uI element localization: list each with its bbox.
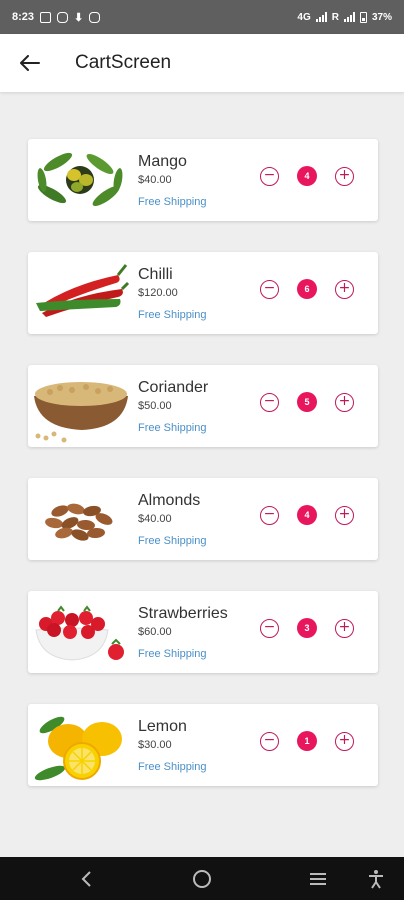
product-name: Coriander bbox=[138, 379, 209, 396]
shipping-label: Free Shipping bbox=[138, 422, 207, 434]
cart-list: Mango $40.00 Free Shipping − 4 + Chilli … bbox=[28, 139, 378, 817]
product-price: $60.00 bbox=[138, 626, 172, 638]
quantity-stepper: − 5 + bbox=[260, 392, 354, 412]
increment-button[interactable]: + bbox=[335, 166, 354, 186]
mango-leaves-icon bbox=[30, 142, 130, 218]
system-nav-bar bbox=[0, 857, 404, 900]
increment-button[interactable]: + bbox=[335, 505, 354, 525]
back-icon bbox=[81, 870, 91, 887]
page-title: CartScreen bbox=[75, 52, 172, 73]
quantity-stepper: − 1 + bbox=[260, 731, 354, 751]
nav-accessibility-button[interactable] bbox=[356, 857, 396, 900]
battery-level: 37% bbox=[371, 11, 392, 23]
decrement-button[interactable]: − bbox=[260, 505, 279, 525]
nav-back-button[interactable] bbox=[66, 857, 106, 900]
messages-icon bbox=[40, 11, 52, 23]
quantity-stepper: − 4 + bbox=[260, 166, 354, 186]
battery-icon bbox=[359, 11, 367, 23]
product-image bbox=[30, 255, 130, 331]
cart-item-card[interactable]: Chilli $120.00 Free Shipping − 6 + bbox=[28, 252, 378, 334]
status-time: 8:23 bbox=[12, 11, 35, 23]
quantity-value: 1 bbox=[297, 731, 317, 751]
coriander-seeds-icon bbox=[30, 368, 130, 444]
status-bar: 8:23 ⬇ 4G R 37% bbox=[0, 0, 404, 34]
recents-icon bbox=[310, 872, 326, 885]
home-icon bbox=[193, 869, 211, 888]
roaming-indicator: R bbox=[331, 11, 339, 23]
nav-home-button[interactable] bbox=[182, 857, 222, 900]
signal-icon bbox=[315, 12, 327, 22]
shipping-label: Free Shipping bbox=[138, 648, 207, 660]
app-bar: CartScreen bbox=[0, 34, 404, 92]
accessibility-icon bbox=[369, 869, 383, 889]
cart-item-card[interactable]: Strawberries $60.00 Free Shipping − 3 + bbox=[28, 591, 378, 673]
product-price: $40.00 bbox=[138, 513, 172, 525]
product-name: Chilli bbox=[138, 266, 173, 283]
quantity-value: 4 bbox=[297, 166, 317, 186]
lemons-icon bbox=[30, 707, 130, 783]
product-price: $50.00 bbox=[138, 400, 172, 412]
quantity-value: 5 bbox=[297, 392, 317, 412]
quantity-value: 6 bbox=[297, 279, 317, 299]
shipping-label: Free Shipping bbox=[138, 761, 207, 773]
decrement-button[interactable]: − bbox=[260, 279, 279, 299]
product-price: $120.00 bbox=[138, 287, 178, 299]
strawberries-icon bbox=[30, 594, 130, 670]
product-image bbox=[30, 481, 130, 557]
shipping-label: Free Shipping bbox=[138, 309, 207, 321]
quantity-stepper: − 4 + bbox=[260, 505, 354, 525]
shipping-label: Free Shipping bbox=[138, 535, 207, 547]
product-image bbox=[30, 707, 130, 783]
decrement-button[interactable]: − bbox=[260, 731, 279, 751]
cart-item-card[interactable]: Mango $40.00 Free Shipping − 4 + bbox=[28, 139, 378, 221]
increment-button[interactable]: + bbox=[335, 731, 354, 751]
product-name: Lemon bbox=[138, 718, 187, 735]
product-price: $30.00 bbox=[138, 739, 172, 751]
quantity-stepper: − 3 + bbox=[260, 618, 354, 638]
signal-icon-2 bbox=[343, 12, 355, 22]
nav-recents-button[interactable] bbox=[298, 857, 338, 900]
cart-item-card[interactable]: Lemon $30.00 Free Shipping − 1 + bbox=[28, 704, 378, 786]
chilli-icon bbox=[30, 255, 130, 331]
quantity-value: 4 bbox=[297, 505, 317, 525]
back-button[interactable] bbox=[0, 34, 60, 92]
network-type: 4G bbox=[297, 11, 311, 23]
quantity-stepper: − 6 + bbox=[260, 279, 354, 299]
product-image bbox=[30, 142, 130, 218]
product-image bbox=[30, 368, 130, 444]
quantity-value: 3 bbox=[297, 618, 317, 638]
product-image bbox=[30, 594, 130, 670]
decrement-button[interactable]: − bbox=[260, 618, 279, 638]
product-price: $40.00 bbox=[138, 174, 172, 186]
cart-item-card[interactable]: Almonds $40.00 Free Shipping − 4 + bbox=[28, 478, 378, 560]
decrement-button[interactable]: − bbox=[260, 392, 279, 412]
almonds-icon bbox=[30, 481, 130, 557]
increment-button[interactable]: + bbox=[335, 279, 354, 299]
instagram-icon bbox=[89, 11, 101, 23]
increment-button[interactable]: + bbox=[335, 618, 354, 638]
product-name: Mango bbox=[138, 153, 187, 170]
product-name: Almonds bbox=[138, 492, 201, 509]
download-icon: ⬇ bbox=[74, 11, 84, 24]
arrow-left-icon bbox=[20, 55, 40, 71]
increment-button[interactable]: + bbox=[335, 392, 354, 412]
instagram-icon bbox=[57, 11, 69, 23]
shipping-label: Free Shipping bbox=[138, 196, 207, 208]
product-name: Strawberries bbox=[138, 605, 228, 622]
cart-item-card[interactable]: Coriander $50.00 Free Shipping − 5 + bbox=[28, 365, 378, 447]
decrement-button[interactable]: − bbox=[260, 166, 279, 186]
